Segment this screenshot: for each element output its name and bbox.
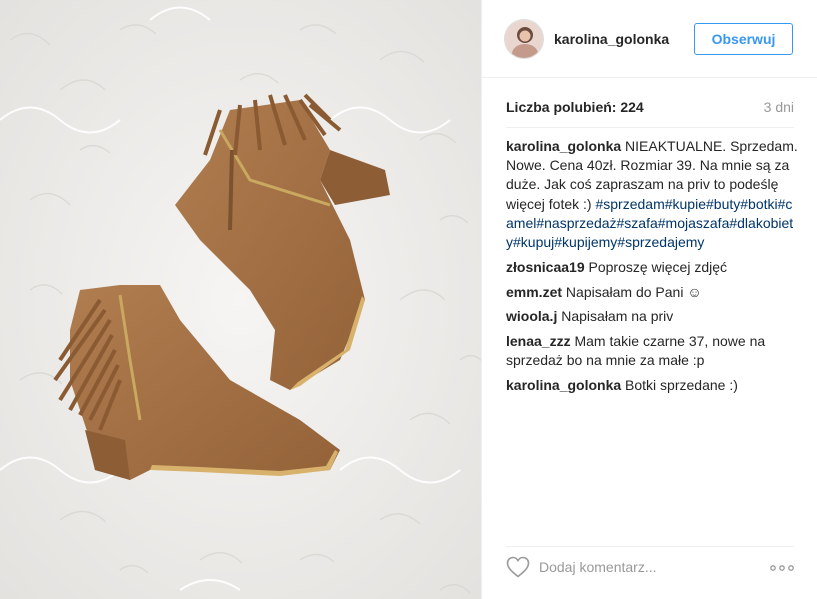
more-options-icon[interactable] [770, 565, 794, 571]
comment-author[interactable]: emm.zet [506, 284, 562, 300]
likes-count[interactable]: Liczba polubień: 224 [506, 99, 644, 115]
comment-item: karolina_golonka Botki sprzedane :) [506, 376, 798, 395]
post-header: karolina_golonka Obserwuj [482, 0, 817, 78]
comment-author[interactable]: karolina_golonka [506, 138, 621, 154]
avatar[interactable] [504, 19, 544, 59]
post-time[interactable]: 3 dni [764, 99, 794, 115]
post-actions: Dodaj komentarz... [506, 546, 794, 590]
comment-item: lenaa_zzz Mam takie czarne 37, nowe na s… [506, 332, 798, 370]
comment-author[interactable]: złosnicaa19 [506, 259, 585, 275]
comment-list: karolina_golonka NIEAKTUALNE. Sprzedam. … [506, 137, 798, 401]
comment-author[interactable]: lenaa_zzz [506, 333, 571, 349]
username-link[interactable]: karolina_golonka [554, 31, 669, 47]
comment-item: emm.zet Napisałam do Pani ☺ [506, 283, 798, 302]
comment-text: Botki sprzedane :) [625, 377, 738, 394]
post-photo[interactable] [0, 0, 481, 599]
comment-text: Napisałam na priv [561, 308, 674, 325]
comment-text: Napisałam do Pani ☺ [565, 283, 702, 300]
comment-item: złosnicaa19 Poproszę więcej zdjęć [506, 258, 798, 277]
divider [506, 127, 794, 128]
heart-icon[interactable] [506, 556, 530, 578]
post-sidebar: karolina_golonka Obserwuj Liczba polubie… [481, 0, 817, 599]
comment-text: Poproszę więcej zdjęć [588, 258, 728, 275]
comment-author[interactable]: karolina_golonka [506, 377, 621, 393]
photo-icon [0, 0, 481, 599]
comment-author[interactable]: wioola.j [506, 308, 557, 324]
caption: karolina_golonka NIEAKTUALNE. Sprzedam. … [506, 137, 798, 252]
likes-row: Liczba polubień: 224 3 dni [506, 99, 794, 119]
comment-item: wioola.j Napisałam na priv [506, 307, 798, 326]
comment-input[interactable]: Dodaj komentarz... [539, 559, 657, 575]
follow-button[interactable]: Obserwuj [694, 23, 793, 55]
